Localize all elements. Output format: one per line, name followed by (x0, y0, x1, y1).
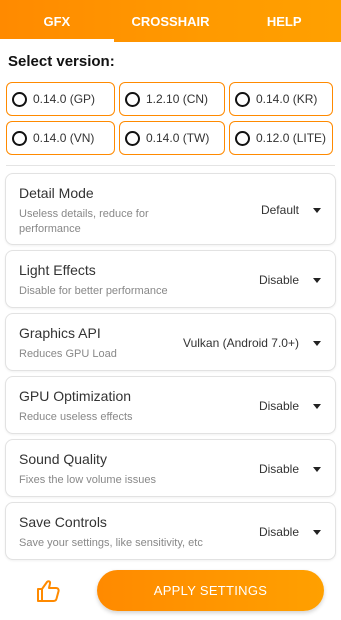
dropdown-value: Default (260, 203, 299, 217)
setting-title: Detail Mode (19, 185, 94, 201)
setting-title: GPU Optimization (19, 388, 132, 404)
setting-title: Sound Quality (19, 451, 107, 467)
radio-icon (235, 130, 250, 146)
dropdown-value: Disable (258, 399, 299, 413)
setting-title: Light Effects (19, 262, 96, 278)
version-option-label: 0.14.0 (TW) (146, 131, 210, 145)
setting-sound-quality: Sound Quality Fixes the low volume issue… (5, 439, 336, 497)
dropdown-value: Vulkan (Android 7.0+) (183, 336, 299, 350)
setting-title: Graphics API (19, 325, 101, 341)
setting-graphics-api: Graphics API Reduces GPU Load Vulkan (An… (5, 313, 336, 371)
setting-subtitle: Reduces GPU Load (19, 348, 117, 360)
radio-icon (12, 91, 27, 107)
version-option-kr[interactable]: 0.14.0 (KR) (229, 82, 333, 116)
version-option-cn[interactable]: 1.2.10 (CN) (119, 82, 225, 116)
dropdown-value: Disable (258, 462, 299, 476)
setting-subtitle: Fixes the low volume issues (19, 474, 156, 486)
save-controls-dropdown[interactable]: Disable (259, 525, 321, 539)
version-option-label: 0.14.0 (KR) (256, 92, 318, 106)
version-option-gp[interactable]: 0.14.0 (GP) (6, 82, 115, 116)
caret-down-icon (313, 277, 321, 283)
caret-down-icon (313, 403, 321, 409)
section-divider (6, 165, 335, 166)
radio-icon (235, 91, 250, 107)
sound-quality-dropdown[interactable]: Disable (259, 462, 321, 476)
tab-bar: GFX CROSSHAIR HELP (0, 0, 341, 42)
setting-light-effects: Light Effects Disable for better perform… (5, 250, 336, 308)
dropdown-value: Disable (258, 273, 299, 287)
setting-subtitle: Reduce useless effects (19, 411, 133, 423)
setting-subtitle: Disable for better performance (19, 285, 168, 297)
caret-down-icon (313, 340, 321, 346)
tab-crosshair[interactable]: CROSSHAIR (114, 0, 228, 42)
thumbs-up-icon[interactable] (36, 579, 62, 603)
version-option-vn[interactable]: 0.14.0 (VN) (6, 121, 115, 155)
caret-down-icon (313, 207, 321, 213)
radio-icon (12, 130, 27, 146)
radio-icon (125, 91, 140, 107)
setting-subtitle: Save your settings, like sensitivity, et… (19, 537, 203, 549)
version-options: 0.14.0 (GP) 1.2.10 (CN) 0.14.0 (KR) 0.14… (6, 82, 334, 155)
setting-subtitle: Useless details, reduce for performance (19, 208, 149, 235)
version-option-lite[interactable]: 0.12.0 (LITE) (229, 121, 333, 155)
dropdown-value: Disable (258, 525, 299, 539)
version-option-label: 0.12.0 (LITE) (256, 131, 327, 145)
setting-save-controls: Save Controls Save your settings, like s… (5, 502, 336, 560)
light-effects-dropdown[interactable]: Disable (259, 273, 321, 287)
version-option-label: 0.14.0 (VN) (33, 131, 95, 145)
tab-help[interactable]: HELP (227, 0, 341, 42)
gpu-optimization-dropdown[interactable]: Disable (259, 399, 321, 413)
graphics-api-dropdown[interactable]: Vulkan (Android 7.0+) (183, 336, 321, 350)
setting-title: Save Controls (19, 514, 107, 530)
version-option-tw[interactable]: 0.14.0 (TW) (119, 121, 225, 155)
select-version-title: Select version: (8, 53, 115, 70)
detail-mode-dropdown[interactable]: Default (261, 203, 321, 217)
caret-down-icon (313, 466, 321, 472)
apply-settings-button[interactable]: APPLY SETTINGS (97, 570, 324, 611)
settings-list: Detail Mode Useless details, reduce for … (5, 173, 336, 565)
radio-icon (125, 130, 140, 146)
caret-down-icon (313, 529, 321, 535)
tab-gfx[interactable]: GFX (0, 0, 114, 42)
version-option-label: 1.2.10 (CN) (146, 92, 209, 106)
setting-gpu-optimization: GPU Optimization Reduce useless effects … (5, 376, 336, 434)
setting-detail-mode: Detail Mode Useless details, reduce for … (5, 173, 336, 245)
version-option-label: 0.14.0 (GP) (33, 92, 96, 106)
